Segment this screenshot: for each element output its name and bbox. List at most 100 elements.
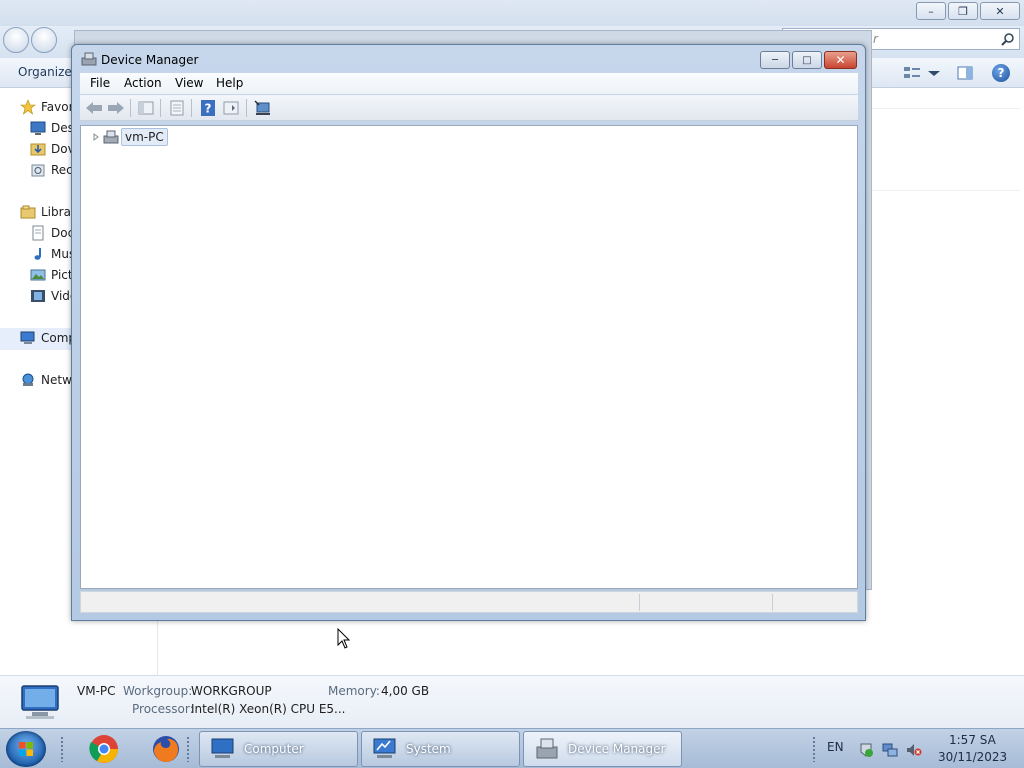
properties-icon[interactable] — [167, 98, 187, 118]
nav-recent[interactable]: Rec — [30, 162, 73, 178]
task-computer-label: Computer — [244, 742, 304, 756]
pictures-icon — [30, 269, 46, 281]
minimize-button[interactable]: ─ — [760, 51, 790, 69]
back-arrow-icon[interactable] — [84, 98, 104, 118]
nav-pictures[interactable]: Pict — [30, 267, 73, 283]
details-workgroup-value: WORKGROUP — [191, 684, 272, 698]
clock-date[interactable]: 30/11/2023 — [938, 750, 1007, 764]
explorer-close-button[interactable]: ✕ — [980, 2, 1020, 20]
expand-arrow-icon[interactable] — [92, 133, 100, 141]
content-divider — [870, 190, 1020, 191]
details-pane: VM-PC Workgroup: WORKGROUP Memory: 4,00 … — [0, 675, 1024, 728]
taskbar-grip[interactable] — [186, 736, 190, 762]
task-system[interactable]: System — [361, 731, 520, 767]
nav-favorites[interactable]: Favor — [20, 99, 74, 115]
nav-documents[interactable]: Doc — [30, 225, 74, 241]
nav-libraries[interactable]: Librar — [20, 204, 76, 220]
star-icon — [20, 99, 36, 115]
task-device-manager-label: Device Manager — [568, 742, 666, 756]
menu-file[interactable]: File — [90, 76, 110, 90]
device-tree[interactable]: vm-PC — [80, 125, 858, 589]
menu-help[interactable]: Help — [216, 76, 243, 90]
computer-icon — [20, 331, 35, 344]
preview-pane-icon[interactable] — [955, 63, 975, 83]
device-manager-toolbar: ? — [80, 95, 858, 121]
language-indicator[interactable]: EN — [827, 740, 844, 754]
svg-text:?: ? — [205, 102, 212, 116]
network-icon — [22, 373, 34, 386]
details-computer-name: VM-PC — [77, 684, 116, 698]
music-note-icon — [34, 248, 41, 260]
system-icon — [373, 738, 396, 758]
computer-icon — [211, 738, 234, 758]
explorer-caption-buttons: – ❐ ✕ — [916, 2, 1020, 20]
change-view-icon[interactable] — [902, 63, 922, 83]
computer-icon — [21, 685, 59, 719]
taskbar-grip[interactable] — [60, 736, 64, 762]
details-processor-label: Processor: — [132, 702, 194, 716]
toolbar-separator — [246, 99, 247, 117]
menu-view[interactable]: View — [175, 76, 203, 90]
nav-downloads[interactable]: Dov — [30, 141, 75, 157]
status-separator — [772, 594, 773, 611]
status-bar — [80, 591, 858, 613]
volume-muted-icon[interactable] — [906, 742, 922, 758]
chevron-down-icon[interactable] — [924, 63, 944, 83]
action-pane-icon[interactable] — [221, 98, 241, 118]
task-computer[interactable]: Computer — [199, 731, 358, 767]
windows-logo-icon — [19, 742, 33, 756]
device-manager-icon — [81, 52, 97, 66]
chrome-icon[interactable] — [88, 733, 120, 765]
help-icon[interactable]: ? — [992, 64, 1010, 82]
start-button[interactable] — [6, 731, 46, 767]
task-system-label: System — [406, 742, 451, 756]
maximize-button[interactable]: □ — [792, 51, 822, 69]
network-icon[interactable] — [882, 742, 898, 758]
details-workgroup-label: Workgroup: — [123, 684, 193, 698]
firefox-icon[interactable] — [150, 733, 182, 765]
content-divider — [870, 108, 1020, 109]
details-memory-value: 4,00 GB — [381, 684, 430, 698]
device-manager-titlebar[interactable]: Device Manager ─ □ ✕ — [72, 45, 865, 73]
device-manager-caption-buttons: ─ □ ✕ — [760, 51, 857, 69]
show-hide-console-tree-icon[interactable] — [136, 98, 156, 118]
forward-arrow-icon[interactable] — [106, 98, 126, 118]
search-icon[interactable] — [1001, 32, 1015, 46]
search-placeholder: r — [873, 32, 878, 46]
document-icon — [32, 225, 44, 241]
details-processor-value: Intel(R) Xeon(R) CPU E5... — [191, 702, 346, 716]
menu-action[interactable]: Action — [124, 76, 162, 90]
forward-button[interactable] — [31, 27, 57, 53]
desktop-icon — [30, 121, 46, 135]
computer-icon — [103, 130, 119, 144]
task-device-manager[interactable]: Device Manager — [523, 731, 682, 767]
details-memory-label: Memory: — [328, 684, 380, 698]
close-button[interactable]: ✕ — [824, 51, 857, 69]
video-film-icon — [31, 290, 45, 302]
nav-desktop[interactable]: Des — [30, 120, 74, 136]
explorer-restore-button[interactable]: ❐ — [948, 2, 978, 20]
scan-hardware-changes-icon[interactable] — [253, 98, 273, 118]
clock-time[interactable]: 1:57 SA — [949, 733, 996, 747]
nav-favorites-label: Favor — [41, 100, 74, 114]
explorer-minimize-button[interactable]: – — [916, 2, 946, 20]
recent-places-icon — [31, 164, 45, 177]
menu-bar: File Action View Help — [80, 73, 858, 94]
taskbar: Computer System Device Manager EN 1:57 S… — [0, 728, 1024, 768]
action-center-icon[interactable] — [858, 742, 874, 758]
libraries-icon — [20, 205, 36, 219]
tree-root-node[interactable]: vm-PC — [121, 128, 168, 146]
status-separator — [639, 594, 640, 611]
device-manager-window: Device Manager ─ □ ✕ File Action View He… — [71, 44, 866, 621]
explorer-titlebar — [0, 0, 1024, 26]
back-button[interactable] — [3, 27, 29, 53]
device-manager-title: Device Manager — [101, 53, 199, 67]
toolbar-separator — [130, 99, 131, 117]
toolbar-separator — [191, 99, 192, 117]
nav-music[interactable]: Mus — [30, 246, 75, 262]
help-icon[interactable]: ? — [198, 98, 218, 118]
organize-menu[interactable]: Organize — [18, 65, 72, 79]
folder-download-icon — [30, 143, 46, 156]
nav-computer[interactable]: Comp — [20, 330, 76, 346]
taskbar-grip[interactable] — [812, 736, 816, 762]
